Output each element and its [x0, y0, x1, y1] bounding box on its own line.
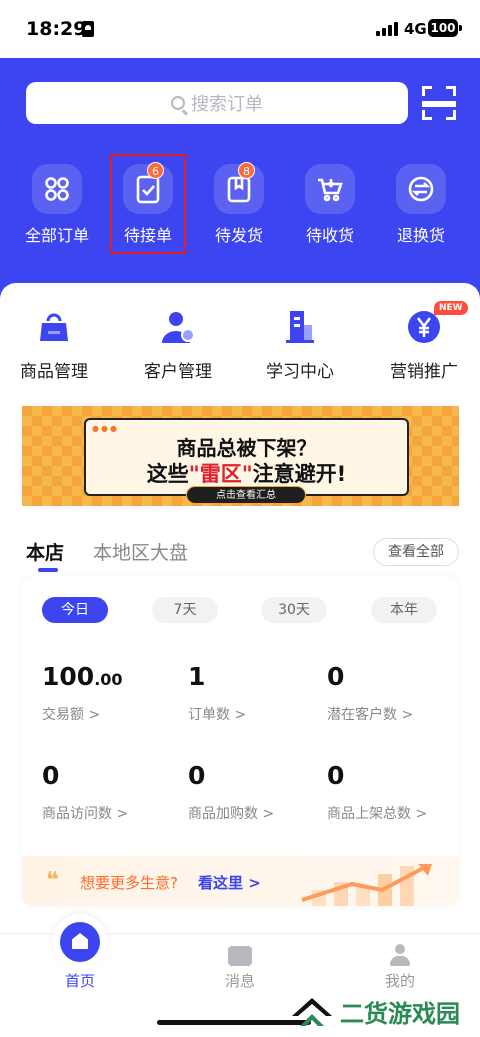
search-icon	[171, 96, 185, 110]
status-bar: 18:29 4G 100	[0, 0, 480, 58]
cart-icon	[305, 164, 355, 214]
view-all-button[interactable]: 查看全部	[373, 538, 459, 566]
promo-text: 想要更多生意?	[80, 874, 178, 892]
range-today[interactable]: 今日	[42, 597, 108, 623]
marketing-label: 营销推广	[390, 362, 458, 382]
home-indicator	[157, 1020, 311, 1025]
more-business-promo[interactable]: ❝ 想要更多生意? 看这里 >	[22, 856, 459, 906]
stat-product-visits[interactable]: 0 商品访问数 >	[42, 761, 172, 831]
order-all-button[interactable]: 全部订单	[12, 154, 102, 254]
stat-add-to-cart[interactable]: 0 商品加购数 >	[188, 761, 318, 831]
stats-card: 今日 7天 30天 本年 100.00 交易额 > 1 订单数 > 0 潜在客户…	[22, 576, 459, 906]
orientation-lock-icon	[82, 21, 94, 37]
highlight-box	[110, 154, 186, 254]
range-this-year[interactable]: 本年	[371, 597, 437, 623]
battery-icon: 100	[428, 19, 462, 37]
banner-card: ●●● 商品总被下架？ 这些"雷区"注意避开! 点击查看汇总	[84, 418, 409, 504]
promo-link[interactable]: 看这里 >	[198, 872, 261, 893]
grid-icon	[32, 164, 82, 214]
pending-ship-badge: 8	[238, 162, 255, 179]
search-input[interactable]: 搜索订单	[26, 82, 408, 124]
range-7-days[interactable]: 7天	[152, 597, 218, 623]
tab-this-store[interactable]: 本店	[26, 538, 64, 572]
building-icon	[286, 311, 314, 343]
banner-title: 商品总被下架？	[176, 436, 317, 460]
customer-management-button[interactable]: 客户管理	[118, 305, 238, 385]
search-placeholder: 搜索订单	[191, 94, 263, 115]
stat-order-count[interactable]: 1 订单数 >	[188, 662, 318, 732]
person-icon	[390, 944, 410, 966]
stat-potential-customers[interactable]: 0 潜在客户数 >	[327, 662, 457, 732]
new-tag: NEW	[434, 301, 468, 315]
order-pending-ship-button[interactable]: 8 待发货	[194, 154, 284, 254]
banner-subtitle: 这些"雷区"注意避开!	[146, 462, 347, 486]
banner-view-summary-button[interactable]: 点击查看汇总	[186, 486, 306, 504]
home-icon	[60, 922, 100, 962]
stat-transaction-amount[interactable]: 100.00 交易额 >	[42, 662, 172, 732]
product-management-label: 商品管理	[20, 362, 88, 382]
order-all-label: 全部订单	[24, 226, 89, 245]
order-pending-ship-label: 待发货	[214, 226, 263, 245]
promo-banner[interactable]: ●●● 商品总被下架？ 这些"雷区"注意避开! 点击查看汇总	[22, 406, 459, 506]
order-return-exchange-button[interactable]: 退换货	[376, 154, 466, 254]
exchange-icon	[396, 164, 446, 214]
customer-management-label: 客户管理	[144, 362, 212, 382]
order-pending-receive-label: 待收货	[305, 226, 354, 245]
range-30-days[interactable]: 30天	[261, 597, 327, 623]
watermark: 二货游戏园	[290, 990, 480, 1034]
message-icon	[228, 946, 252, 966]
header: 搜索订单 全部订单 6 待接单 8 待发货 待收货 退换货	[0, 58, 480, 320]
main-panel: 商品管理 客户管理 学习中心 营销推广 NEW ●●● 商品总被下架？ 这些"雷…	[0, 283, 480, 933]
learning-center-label: 学习中心	[266, 362, 334, 382]
order-pending-receive-button[interactable]: 待收货	[285, 154, 375, 254]
growth-chart-icon	[301, 864, 432, 906]
user-gear-icon	[162, 312, 195, 343]
marketing-button[interactable]: 营销推广	[364, 305, 480, 385]
bag-icon	[40, 313, 68, 341]
order-return-exchange-label: 退换货	[396, 226, 445, 245]
data-tabs: 本店 本地区大盘 查看全部	[26, 538, 466, 574]
signal-icon	[376, 22, 398, 36]
product-management-button[interactable]: 商品管理	[0, 305, 114, 385]
scan-icon[interactable]	[422, 86, 456, 120]
network-type: 4G	[404, 20, 427, 38]
tab-home[interactable]: 首页	[0, 914, 160, 1034]
watermark-logo-icon	[292, 998, 332, 1026]
learning-center-button[interactable]: 学习中心	[240, 305, 360, 385]
watermark-text: 二货游戏园	[340, 1000, 460, 1028]
tab-local-market[interactable]: 本地区大盘	[93, 538, 188, 565]
quote-icon: ❝	[46, 868, 59, 893]
stat-products-listed[interactable]: 0 商品上架总数 >	[327, 761, 457, 831]
status-time: 18:29	[26, 18, 87, 40]
